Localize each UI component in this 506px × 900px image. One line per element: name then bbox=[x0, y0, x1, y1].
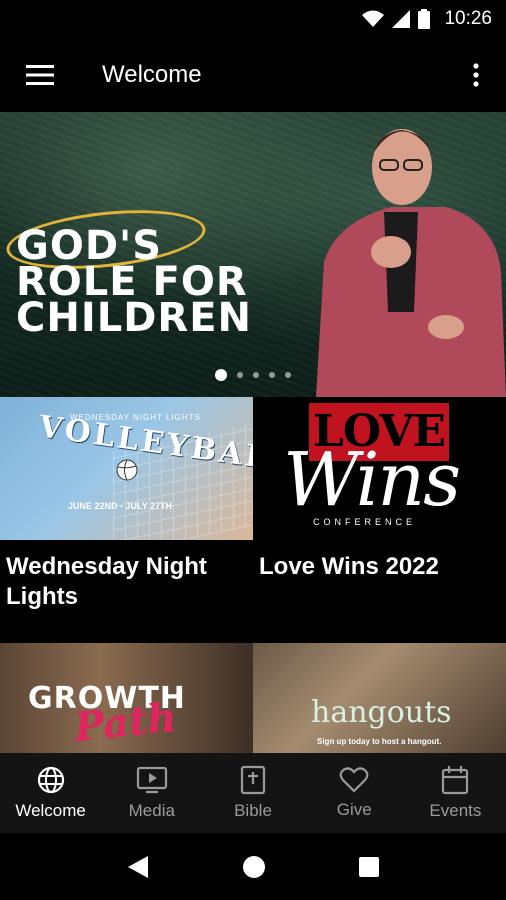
app-bar: Welcome bbox=[0, 38, 506, 112]
menu-button[interactable] bbox=[0, 38, 80, 112]
nav-item-welcome[interactable]: Welcome bbox=[0, 753, 101, 833]
thumb-script: Path bbox=[71, 693, 179, 752]
volleyball-icon bbox=[116, 459, 138, 481]
nav-label: Give bbox=[336, 800, 372, 819]
hamburger-icon bbox=[26, 65, 54, 85]
nav-item-give[interactable]: Give bbox=[304, 753, 405, 833]
thumb-subtitle: CONFERENCE bbox=[313, 517, 417, 527]
carousel-dot[interactable] bbox=[215, 369, 227, 381]
nav-label: Events bbox=[429, 801, 482, 820]
card-title: Love Wins 2022 bbox=[259, 553, 439, 580]
content-card[interactable]: LOVE Wins CONFERENCE Love Wins 2022 bbox=[253, 397, 506, 643]
page-title: Welcome bbox=[102, 61, 202, 88]
hero-title: GOD'S ROLE FOR CHILDREN bbox=[16, 226, 326, 341]
carousel-dot[interactable] bbox=[285, 372, 291, 378]
hero-title-line: CHILDREN bbox=[16, 295, 253, 341]
carousel-dot[interactable] bbox=[237, 372, 243, 378]
card-thumbnail: LOVE Wins CONFERENCE bbox=[253, 397, 506, 540]
card-thumbnail: GROWTH Path bbox=[0, 643, 253, 753]
thumb-title: hangouts bbox=[311, 695, 452, 730]
globe-icon bbox=[37, 766, 64, 794]
back-icon[interactable] bbox=[126, 854, 150, 880]
card-thumbnail: hangouts Sign up today to host a hangout… bbox=[253, 643, 506, 753]
battery-icon bbox=[418, 9, 431, 29]
carousel-dot[interactable] bbox=[269, 372, 275, 378]
content-card[interactable]: WEDNESDAY NIGHT LIGHTS VOLLEYBALL JUNE 2… bbox=[0, 397, 253, 643]
nav-item-media[interactable]: Media bbox=[101, 753, 202, 833]
nav-item-events[interactable]: Events bbox=[405, 753, 506, 833]
content-card[interactable]: hangouts Sign up today to host a hangout… bbox=[253, 643, 506, 753]
nav-label: Bible bbox=[234, 801, 272, 820]
system-navigation-bar bbox=[0, 833, 506, 900]
cell-signal-icon bbox=[392, 10, 411, 28]
nav-label: Media bbox=[128, 801, 175, 820]
thumb-script: Wins bbox=[283, 437, 461, 523]
content-card[interactable]: GROWTH Path bbox=[0, 643, 253, 753]
home-icon[interactable] bbox=[242, 855, 266, 879]
bible-icon bbox=[240, 765, 266, 795]
recents-icon[interactable] bbox=[358, 856, 380, 878]
clock: 10:26 bbox=[444, 8, 492, 29]
more-vert-icon bbox=[473, 63, 479, 87]
card-thumbnail: WEDNESDAY NIGHT LIGHTS VOLLEYBALL JUNE 2… bbox=[0, 397, 253, 540]
wifi-icon bbox=[362, 10, 385, 27]
heart-icon bbox=[339, 767, 369, 793]
calendar-icon bbox=[442, 766, 469, 795]
card-title: Wednesday Night Lights bbox=[6, 553, 207, 610]
nav-item-bible[interactable]: Bible bbox=[202, 753, 303, 833]
carousel-dot[interactable] bbox=[253, 372, 259, 378]
tv-play-icon bbox=[136, 766, 167, 794]
hero-carousel[interactable]: GOD'S ROLE FOR CHILDREN bbox=[0, 112, 506, 397]
bottom-navigation: Welcome Media Bible Give Events bbox=[0, 753, 506, 833]
carousel-indicators bbox=[0, 369, 506, 381]
thumb-subtitle: Sign up today to host a hangout. bbox=[317, 737, 442, 746]
thumb-date: JUNE 22ND - JULY 27TH bbox=[68, 501, 173, 511]
status-bar: 10:26 bbox=[0, 0, 506, 38]
nav-label: Welcome bbox=[15, 801, 86, 820]
overflow-menu-button[interactable] bbox=[458, 56, 494, 94]
speaker-image bbox=[316, 129, 506, 397]
